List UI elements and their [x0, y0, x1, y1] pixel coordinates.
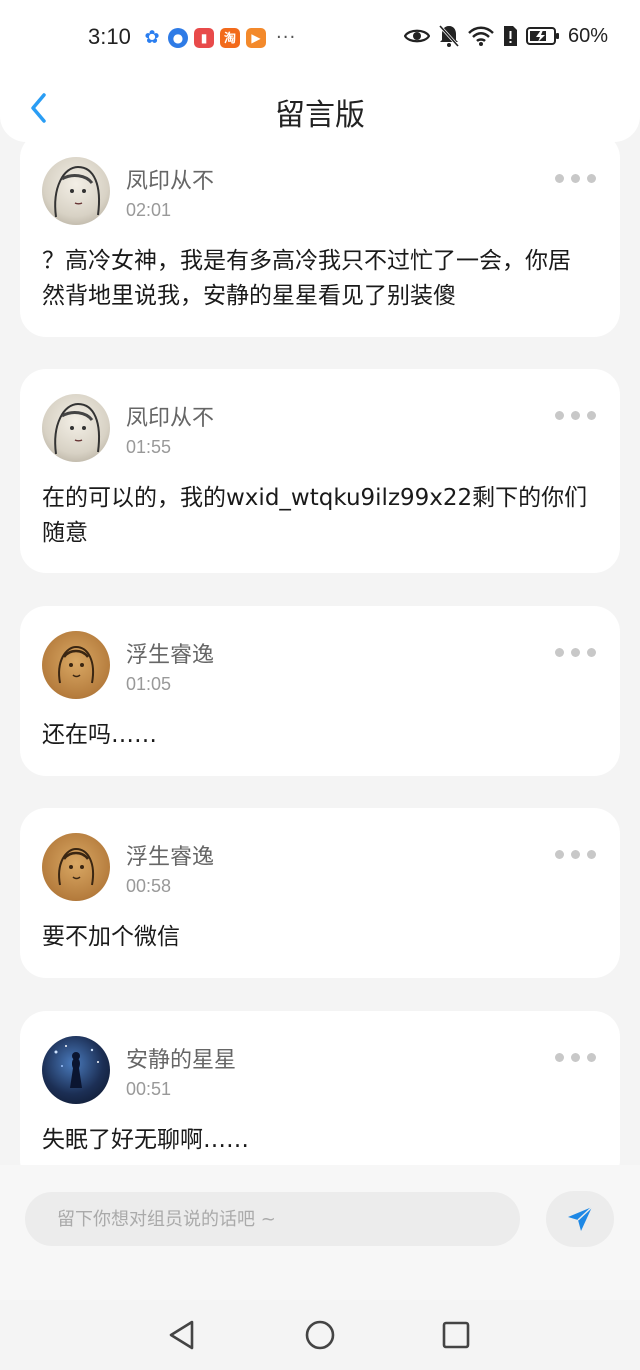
portrait-sketch-icon	[54, 402, 100, 455]
status-bar: 3:10 ✿ ● ▮ 淘 ▶ ··· 60%	[0, 0, 640, 74]
portrait-sketch-icon	[58, 645, 94, 684]
play-app-icon: ▶	[246, 27, 266, 48]
status-time: 3:10	[88, 24, 131, 49]
message-time: 01:55	[126, 437, 172, 457]
wifi-icon	[468, 26, 494, 46]
author-name: 浮生睿逸	[126, 845, 215, 870]
message-time: 00:58	[126, 876, 172, 896]
battery-percent: 60%	[567, 24, 608, 47]
nav-recents-button[interactable]	[438, 1317, 474, 1353]
message-text: ？高冷女神，我是有多高冷我只不过忙了一会，你居然背地里说我，安静的星星看见了别装…	[42, 248, 571, 309]
message-card: 浮生睿逸 01:05 还在吗……	[20, 606, 620, 776]
avatar[interactable]	[42, 394, 110, 462]
more-options-button[interactable]	[551, 644, 600, 661]
system-navigation-bar	[0, 1300, 640, 1370]
message-time: 02:01	[126, 200, 172, 220]
message-text: 在的可以的，我的wxid_wtqku9ilz99x22剩下的你们随意	[42, 485, 588, 546]
message-card: 凤印从不 01:55 在的可以的，我的wxid_wtqku9ilz99x22剩下…	[20, 369, 620, 573]
author-name: 安静的星星	[126, 1048, 237, 1073]
top-bar: 3:10 ✿ ● ▮ 淘 ▶ ··· 60% 留言版	[0, 0, 640, 142]
book-app-icon: ▮	[194, 27, 214, 48]
avatar[interactable]	[42, 833, 110, 901]
paw-app-icon: ✿	[142, 27, 162, 48]
notification-icons: ✿ ● ▮ 淘 ▶ ···	[142, 27, 296, 48]
system-icons: 60%	[403, 24, 608, 48]
message-card: 浮生睿逸 00:58 要不加个微信	[20, 808, 620, 978]
page-title: 留言版	[275, 98, 365, 133]
square-recents-icon	[442, 1321, 470, 1349]
sim-alert-icon	[503, 26, 517, 46]
message-input[interactable]	[25, 1192, 520, 1246]
more-options-button[interactable]	[551, 407, 600, 424]
author-name: 凤印从不	[126, 406, 215, 431]
portrait-sketch-icon	[58, 847, 94, 886]
header: 留言版	[0, 74, 640, 142]
more-notifications-icon: ···	[276, 27, 297, 48]
message-time: 00:51	[126, 1079, 172, 1099]
avatar[interactable]	[42, 1036, 110, 1104]
circle-home-icon	[305, 1320, 335, 1350]
more-options-button[interactable]	[551, 846, 600, 863]
message-time: 01:05	[126, 674, 172, 694]
author-name: 浮生睿逸	[126, 643, 215, 668]
globe-app-icon: ●	[168, 27, 188, 48]
eye-icon	[403, 29, 430, 43]
starry-figure-icon	[54, 1045, 99, 1088]
avatar[interactable]	[42, 631, 110, 699]
more-options-button[interactable]	[551, 1049, 600, 1066]
avatar[interactable]	[42, 157, 110, 225]
message-text: 还在吗……	[42, 722, 157, 748]
compose-bar	[0, 1165, 640, 1300]
taobao-app-icon: 淘	[220, 27, 240, 48]
nav-home-button[interactable]	[302, 1317, 338, 1353]
nav-back-button[interactable]	[164, 1317, 200, 1353]
message-card: 凤印从不 02:01 ？高冷女神，我是有多高冷我只不过忙了一会，你居然背地里说我…	[20, 132, 620, 337]
more-options-button[interactable]	[551, 170, 600, 187]
bell-muted-icon	[438, 24, 460, 48]
message-card: 安静的星星 00:51 失眠了好无聊啊……	[20, 1011, 620, 1186]
send-icon	[568, 1206, 593, 1231]
author-name: 凤印从不	[126, 169, 215, 194]
message-text: 要不加个微信	[42, 924, 180, 950]
portrait-sketch-icon	[54, 165, 100, 218]
triangle-back-icon	[169, 1320, 194, 1350]
send-button[interactable]	[546, 1191, 614, 1247]
message-text: 失眠了好无聊啊……	[42, 1127, 249, 1153]
battery-charging-icon	[525, 27, 559, 45]
